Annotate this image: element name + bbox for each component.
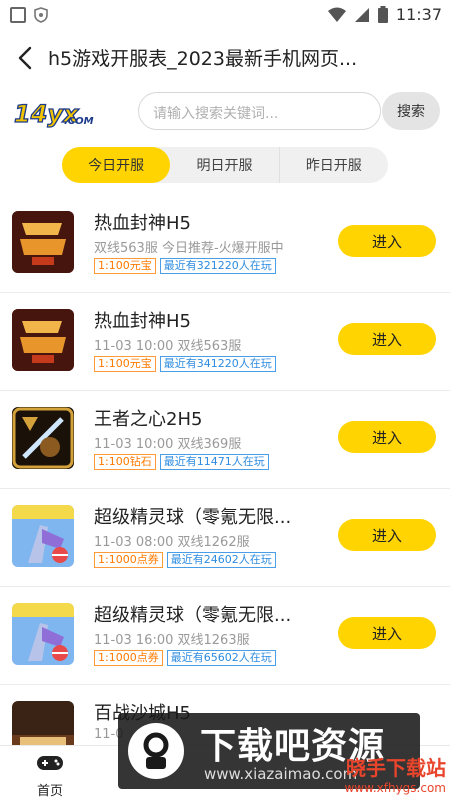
list-item[interactable]: 王者之心2H5 11-03 10:00 双线369服 1:100钻石 最近有11… (0, 391, 450, 489)
server-info: 双线563服 今日推荐-火爆开服中 (94, 241, 284, 256)
enter-button[interactable]: 进入 (338, 225, 436, 257)
game-name: 超级精灵球（零氪无限... (94, 605, 292, 626)
search-button[interactable]: 搜索 (382, 92, 440, 130)
signal-icon (354, 7, 369, 22)
watermark-corner-url: www.xfhygs.com (344, 781, 446, 795)
watermark-corner-title: 晓手下载站 (346, 756, 446, 780)
list-item[interactable]: 超级精灵球（零氪无限... 11-03 16:00 双线1263服 1:1000… (0, 587, 450, 685)
game-thumbnail[interactable] (12, 505, 74, 567)
game-name: 王者之心2H5 (94, 409, 203, 430)
server-info: 11-03 10:00 双线369服 (94, 437, 242, 452)
players-tag: 最近有321220人在玩 (159, 258, 276, 274)
currency-tag: 1:100元宝 (94, 258, 156, 274)
screenshot-icon (10, 7, 26, 23)
game-thumbnail[interactable] (12, 309, 74, 371)
back-arrow-icon[interactable] (14, 44, 38, 72)
enter-button[interactable]: 进入 (338, 323, 436, 355)
game-thumbnail[interactable] (12, 407, 74, 469)
status-bar: 11:37 (0, 0, 450, 32)
players-tag: 最近有65602人在玩 (166, 650, 276, 666)
gamepad-icon (37, 756, 63, 770)
nav-home[interactable]: 首页 (24, 752, 76, 799)
date-tabs: 今日开服 明日开服 昨日开服 (62, 147, 388, 183)
game-name: 热血封神H5 (94, 213, 191, 234)
list-item[interactable]: 热血封神H5 双线563服 今日推荐-火爆开服中 1:100元宝 最近有3212… (0, 195, 450, 293)
tab-today[interactable]: 今日开服 (62, 147, 171, 183)
game-list: 热血封神H5 双线563服 今日推荐-火爆开服中 1:100元宝 最近有3212… (0, 195, 450, 783)
game-thumbnail[interactable] (12, 211, 74, 273)
page-title: h5游戏开服表_2023最新手机网页... (48, 48, 358, 70)
game-name: 热血封神H5 (94, 311, 191, 332)
status-time: 11:37 (395, 5, 442, 24)
server-info: 11-03 08:00 双线1262服 (94, 535, 250, 550)
game-name: 超级精灵球（零氪无限... (94, 507, 292, 528)
currency-tag: 1:100元宝 (94, 356, 156, 372)
watermark-logo (128, 723, 184, 779)
tab-tomorrow[interactable]: 明日开服 (170, 147, 278, 183)
shield-icon (34, 7, 48, 23)
currency-tag: 1:1000点券 (94, 552, 163, 568)
players-tag: 最近有341220人在玩 (159, 356, 276, 372)
list-item[interactable]: 超级精灵球（零氪无限... 11-03 08:00 双线1262服 1:1000… (0, 489, 450, 587)
battery-icon (377, 6, 388, 23)
tab-yesterday[interactable]: 昨日开服 (280, 147, 388, 183)
players-tag: 最近有11471人在玩 (159, 454, 269, 470)
server-info: 11-03 10:00 双线563服 (94, 339, 242, 354)
list-item[interactable]: 热血封神H5 11-03 10:00 双线563服 1:100元宝 最近有341… (0, 293, 450, 391)
enter-button[interactable]: 进入 (338, 617, 436, 649)
enter-button[interactable]: 进入 (338, 519, 436, 551)
currency-tag: 1:100钻石 (94, 454, 156, 470)
nav-home-label: 首页 (36, 784, 63, 799)
players-tag: 最近有24602人在玩 (166, 552, 276, 568)
currency-tag: 1:1000点券 (94, 650, 163, 666)
game-thumbnail[interactable] (12, 603, 74, 665)
server-info: 11-03 16:00 双线1263服 (94, 633, 250, 648)
enter-button[interactable]: 进入 (338, 421, 436, 453)
site-logo: 14yx .COM (13, 99, 94, 128)
svg-text:.COM: .COM (64, 116, 94, 127)
search-input[interactable]: 请输入搜索关键词... (138, 92, 381, 130)
watermark-corner: 晓手下载站 www.xfhygs.com (330, 752, 446, 795)
wifi-icon (327, 7, 346, 22)
search-row: 14yx .COM 请输入搜索关键词... 搜索 (0, 84, 450, 140)
nav-bar: h5游戏开服表_2023最新手机网页... (0, 32, 450, 84)
